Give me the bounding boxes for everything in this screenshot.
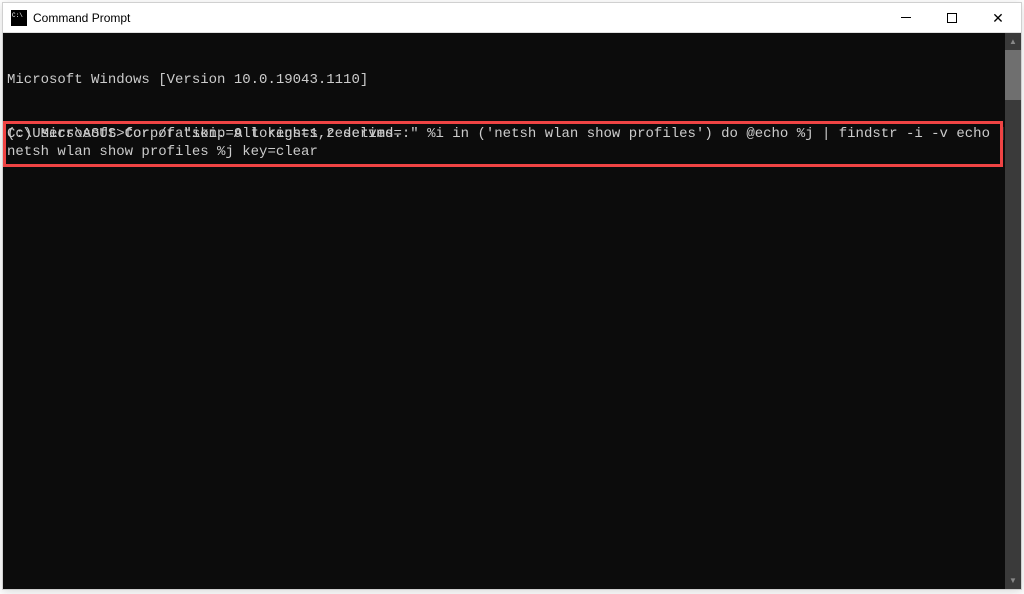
- command-prompt-window: Command Prompt ✕ Microsoft Windows [Vers…: [2, 2, 1022, 590]
- minimize-button[interactable]: [883, 3, 929, 32]
- window-title: Command Prompt: [33, 11, 883, 25]
- terminal-content[interactable]: Microsoft Windows [Version 10.0.19043.11…: [3, 33, 1005, 589]
- vertical-scrollbar[interactable]: ▲ ▼: [1005, 33, 1021, 589]
- scroll-up-button[interactable]: ▲: [1005, 33, 1021, 50]
- terminal-area: Microsoft Windows [Version 10.0.19043.11…: [3, 33, 1021, 589]
- command-text-2: netsh wlan show profiles %j key=clear: [7, 144, 318, 160]
- prompt-text: C:\Users\ASUS>: [7, 126, 125, 142]
- command-text-1: for /f "skip=9 tokens=1,2 delims=:" %i i…: [125, 126, 1007, 142]
- scroll-down-button[interactable]: ▼: [1005, 572, 1021, 589]
- maximize-button[interactable]: [929, 3, 975, 32]
- title-bar[interactable]: Command Prompt ✕: [3, 3, 1021, 33]
- close-button[interactable]: ✕: [975, 3, 1021, 32]
- window-controls: ✕: [883, 3, 1021, 32]
- version-line: Microsoft Windows [Version 10.0.19043.11…: [7, 71, 1001, 89]
- minimize-icon: [901, 17, 911, 18]
- close-icon: ✕: [992, 11, 1004, 25]
- scroll-thumb[interactable]: [1005, 50, 1021, 100]
- maximize-icon: [947, 13, 957, 23]
- cmd-icon: [11, 10, 27, 26]
- command-block: C:\Users\ASUS>for /f "skip=9 tokens=1,2 …: [7, 125, 1007, 161]
